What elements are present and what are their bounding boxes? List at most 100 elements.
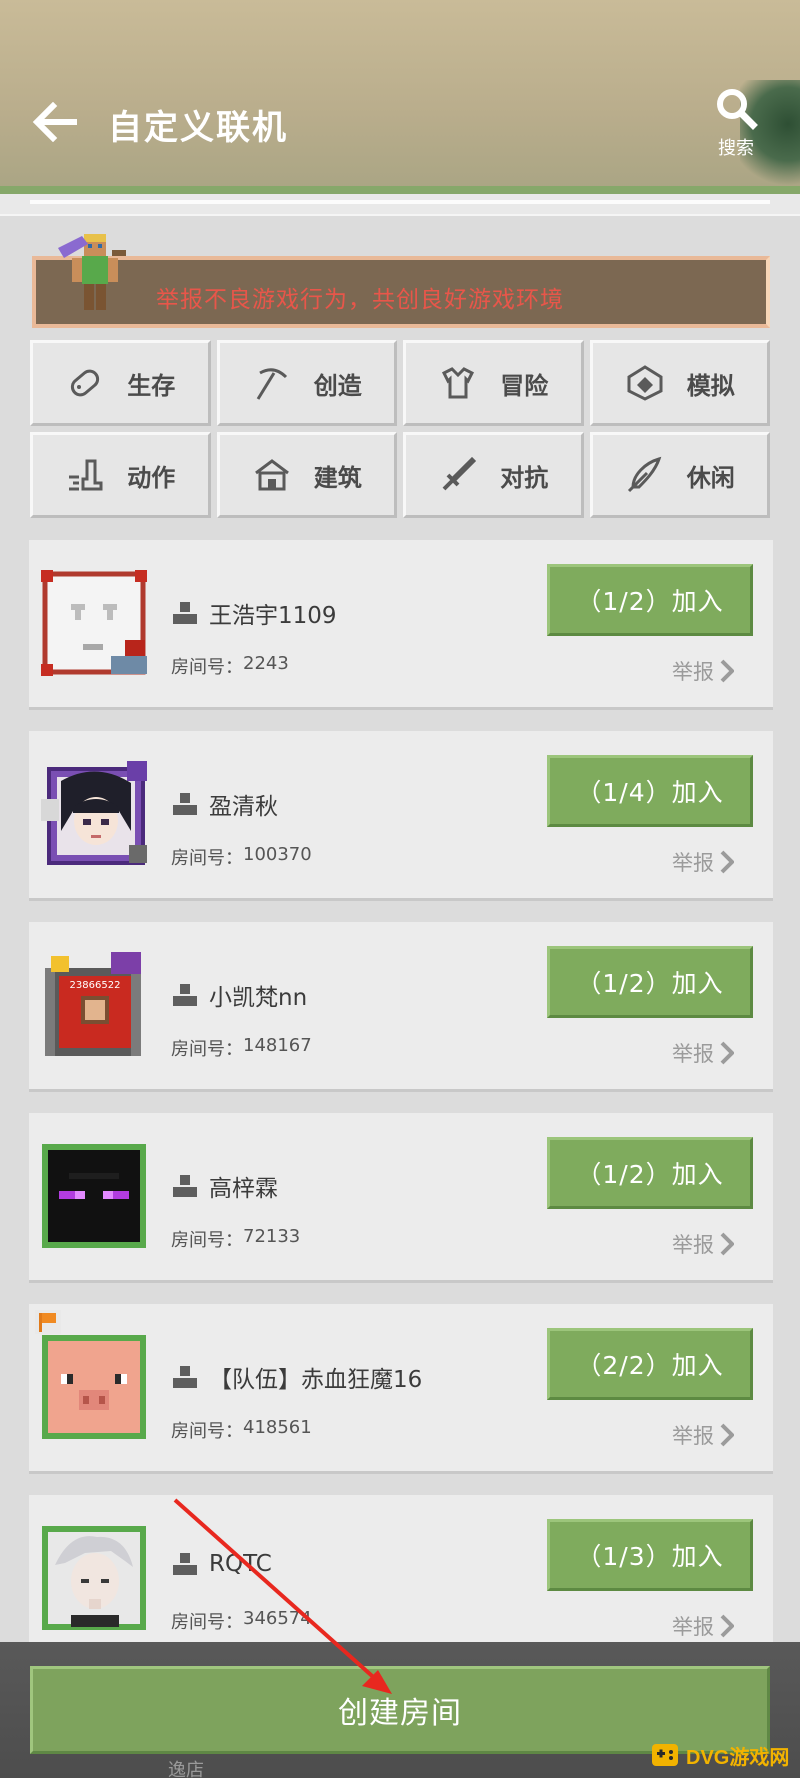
room-id-value: 2243 — [243, 653, 289, 674]
framed-portrait-avatar[interactable]: 23866522 — [41, 952, 147, 1058]
room-id-label: 房间号： — [171, 1421, 243, 1442]
owner-name: 小凯梵nn — [209, 985, 308, 1011]
occupancy: （2/2） — [576, 1351, 672, 1380]
category-adventure[interactable]: 冒险 — [403, 340, 584, 426]
room-card: 盈清秋 房间号： 100370 （1/4） 加入 举报 — [29, 731, 773, 901]
category-label: 动作 — [127, 463, 176, 492]
player-icon — [173, 793, 197, 815]
report-link[interactable]: 举报 — [672, 1229, 734, 1259]
room-id-label: 房间号： — [171, 1230, 243, 1251]
chevron-right-icon — [720, 1232, 734, 1256]
watermark-text: DVG游戏网 — [686, 1746, 790, 1769]
join-label: 加入 — [671, 969, 724, 998]
owner-name: 盈清秋 — [209, 794, 278, 820]
feather-icon — [625, 455, 665, 495]
pig-avatar[interactable] — [41, 1334, 147, 1440]
ghast-avatar[interactable] — [41, 570, 147, 676]
room-id-value: 100370 — [243, 844, 312, 865]
owner-row: RQTC — [171, 1551, 272, 1577]
room-id-value: 148167 — [243, 1035, 312, 1056]
anime-boy-avatar[interactable] — [41, 1525, 147, 1631]
category-label: 模拟 — [686, 371, 735, 400]
report-label: 举报 — [672, 1424, 714, 1448]
chevron-right-icon — [720, 659, 734, 683]
join-button[interactable]: （1/3） 加入 — [547, 1519, 753, 1591]
occupancy: （1/2） — [576, 969, 672, 998]
chevron-right-icon — [720, 1614, 734, 1638]
report-link[interactable]: 举报 — [672, 1420, 734, 1450]
pickaxe-icon — [252, 363, 292, 403]
category-label: 对抗 — [500, 463, 549, 492]
room-id: 房间号： 418561 — [171, 1417, 312, 1443]
owner-name: 王浩宇1109 — [209, 603, 337, 629]
back-button[interactable] — [28, 96, 82, 148]
steve-character-icon — [58, 234, 126, 310]
category-label: 创造 — [313, 371, 362, 400]
watermark: DVG游戏网 — [650, 1736, 796, 1774]
report-link[interactable]: 举报 — [672, 847, 734, 877]
room-id: 房间号： 100370 — [171, 844, 312, 870]
report-label: 举报 — [672, 851, 714, 875]
player-icon — [173, 1366, 197, 1388]
owner-row: 【队伍】赤血狂魔16 — [171, 1360, 422, 1394]
report-link[interactable]: 举报 — [672, 1038, 734, 1068]
owner-row: 小凯梵nn — [171, 978, 307, 1012]
room-card: 高梓霖 房间号： 72133 （1/2） 加入 举报 — [29, 1113, 773, 1283]
boot-icon — [65, 455, 105, 495]
category-simulation[interactable]: 模拟 — [589, 340, 770, 426]
join-label: 加入 — [671, 587, 724, 616]
join-label: 加入 — [671, 1351, 724, 1380]
join-button[interactable]: （1/2） 加入 — [547, 946, 753, 1018]
report-label: 举报 — [672, 1042, 714, 1066]
occupancy: （1/2） — [576, 587, 672, 616]
armor-icon — [438, 363, 478, 403]
player-icon — [173, 984, 197, 1006]
chevron-right-icon — [720, 850, 734, 874]
enderman-avatar[interactable] — [41, 1143, 147, 1249]
category-grid: 生存 创造 冒险 模拟 动作 建筑 对抗 休闲 — [30, 340, 770, 518]
category-casual[interactable]: 休闲 — [589, 432, 770, 518]
report-label: 举报 — [672, 1233, 714, 1257]
category-creative[interactable]: 创造 — [216, 340, 397, 426]
room-card: 【队伍】赤血狂魔16 房间号： 418561 （2/2） 加入 举报 — [29, 1304, 773, 1474]
category-building[interactable]: 建筑 — [216, 432, 397, 518]
team-flag-icon — [35, 1310, 61, 1334]
category-pvp[interactable]: 对抗 — [403, 432, 584, 518]
avatar-caption: 23866522 — [70, 980, 121, 991]
report-link[interactable]: 举报 — [672, 1611, 734, 1641]
anime-girl-avatar[interactable] — [41, 761, 147, 867]
join-button[interactable]: （1/2） 加入 — [547, 564, 753, 636]
category-label: 生存 — [127, 371, 176, 400]
player-icon — [173, 1175, 197, 1197]
join-label: 加入 — [671, 1542, 724, 1571]
room-id-label: 房间号： — [171, 1039, 243, 1060]
create-room-label: 创建房间 — [338, 1696, 462, 1731]
join-label: 加入 — [671, 1160, 724, 1189]
player-icon — [173, 602, 197, 624]
peek-owner: 逸店 — [168, 1760, 204, 1778]
cube-icon — [625, 363, 665, 403]
room-id: 房间号： 346574 — [171, 1608, 312, 1634]
room-id-label: 房间号： — [171, 1612, 243, 1633]
room-id-value: 72133 — [243, 1226, 301, 1247]
join-label: 加入 — [671, 778, 724, 807]
chevron-right-icon — [720, 1423, 734, 1447]
owner-name: 高梓霖 — [209, 1176, 278, 1202]
notice-banner: 举报不良游戏行为，共创良好游戏环境 — [32, 256, 770, 328]
owner-row: 盈清秋 — [171, 787, 278, 821]
category-survival[interactable]: 生存 — [30, 340, 211, 426]
report-label: 举报 — [672, 1615, 714, 1639]
header-shelf — [0, 194, 800, 216]
join-button[interactable]: （1/2） 加入 — [547, 1137, 753, 1209]
join-button[interactable]: （2/2） 加入 — [547, 1328, 753, 1400]
owner-name: 【队伍】赤血狂魔16 — [209, 1367, 423, 1393]
gamepad-logo-icon — [652, 1744, 678, 1766]
notice-text: 举报不良游戏行为，共创良好游戏环境 — [156, 287, 564, 313]
owner-name: RQTC — [209, 1551, 272, 1577]
category-action[interactable]: 动作 — [30, 432, 211, 518]
room-card: RQTC 房间号： 346574 （1/3） 加入 举报 — [29, 1495, 773, 1665]
search-button[interactable]: 搜索 — [700, 86, 772, 160]
room-id-label: 房间号： — [171, 657, 243, 678]
report-link[interactable]: 举报 — [672, 656, 734, 686]
join-button[interactable]: （1/4） 加入 — [547, 755, 753, 827]
